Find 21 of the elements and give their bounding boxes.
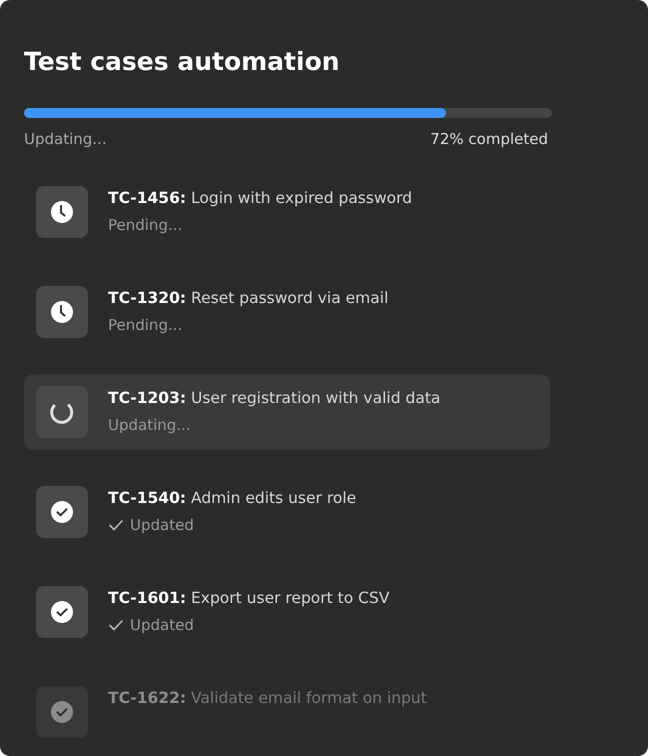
clock-icon bbox=[50, 300, 74, 324]
test-case-title: TC-1456: Login with expired password bbox=[108, 188, 412, 209]
test-case-title: TC-1601: Export user report to CSV bbox=[108, 588, 390, 609]
test-case-title: TC-1622: Validate email format on input bbox=[108, 688, 427, 709]
test-case-status: Pending... bbox=[108, 215, 182, 235]
test-case-status: Updated bbox=[130, 615, 194, 635]
check-icon bbox=[108, 517, 124, 533]
test-case-status: Pending... bbox=[108, 315, 182, 335]
check-circle-icon bbox=[50, 600, 74, 624]
clock-icon bbox=[50, 200, 74, 224]
panel-title: Test cases automation bbox=[24, 46, 341, 78]
check-icon bbox=[108, 617, 124, 633]
check-circle-icon bbox=[50, 500, 74, 524]
test-case-title: TC-1540: Admin edits user role bbox=[108, 488, 356, 509]
progress-status: Updating... bbox=[24, 129, 107, 150]
test-case-status: Updating... bbox=[108, 415, 191, 435]
test-case-title: TC-1203: User registration with valid data bbox=[108, 388, 440, 409]
progress-reading: 72% completed bbox=[430, 129, 548, 150]
check-circle-icon bbox=[50, 700, 74, 724]
test-case-status: Updated bbox=[130, 515, 194, 535]
test-case-title: TC-1320: Reset password via email bbox=[108, 288, 388, 309]
